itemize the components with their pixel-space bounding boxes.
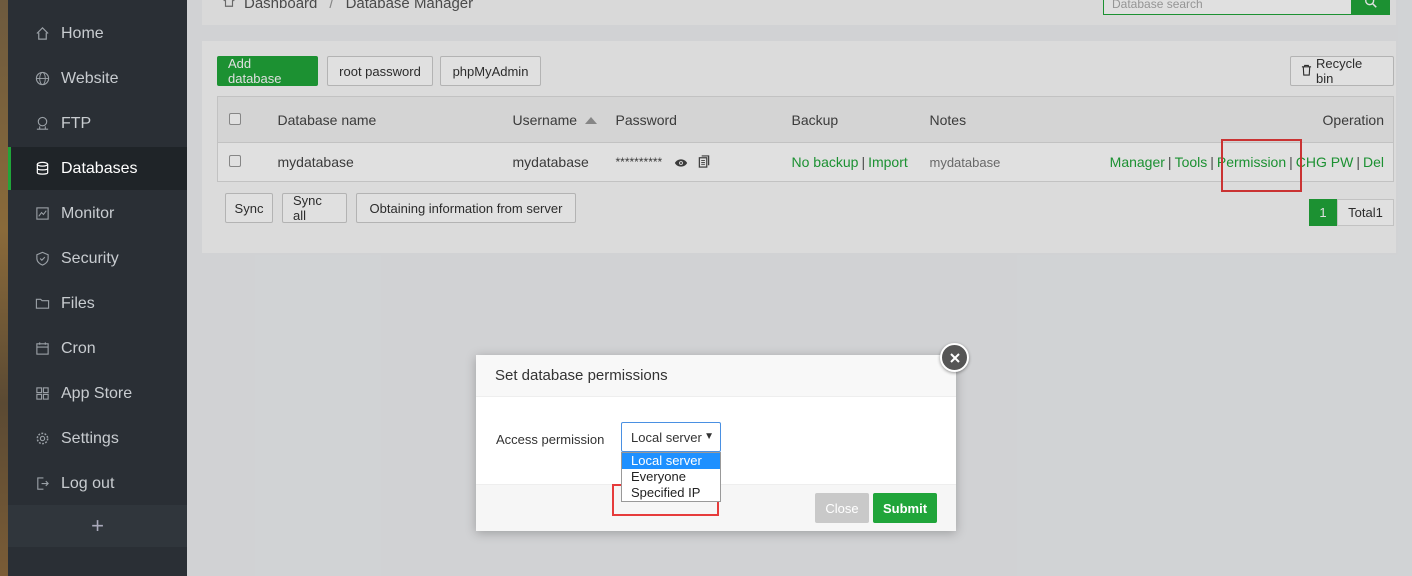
sidebar-item-settings[interactable]: Settings: [8, 417, 187, 460]
sidebar: Home Website FTP Databases Monitor Secur…: [8, 0, 187, 576]
dialog-title: Set database permissions: [476, 355, 956, 397]
sidebar-item-monitor[interactable]: Monitor: [8, 192, 187, 235]
caret-down-icon: ▼: [704, 431, 714, 442]
sidebar-item-label: Files: [61, 294, 95, 312]
sidebar-item-files[interactable]: Files: [8, 282, 187, 325]
ftp-icon: [34, 116, 50, 132]
globe-icon: [34, 71, 50, 87]
access-permission-label: Access permission: [496, 432, 605, 447]
sidebar-item-label: Log out: [61, 474, 115, 492]
sidebar-item-label: Databases: [61, 159, 138, 177]
sidebar-item-ftp[interactable]: FTP: [8, 102, 187, 145]
sidebar-item-app-store[interactable]: App Store: [8, 372, 187, 415]
sidebar-item-security[interactable]: Security: [8, 237, 187, 280]
option-local-server[interactable]: Local server: [622, 453, 720, 469]
sidebar-item-label: Monitor: [61, 204, 115, 222]
sidebar-item-logout[interactable]: Log out: [8, 462, 187, 505]
select-value: Local server: [631, 430, 702, 445]
sidebar-item-label: Cron: [61, 339, 96, 357]
sidebar-item-cron[interactable]: Cron: [8, 327, 187, 370]
sidebar-item-label: Security: [61, 249, 119, 267]
calendar-icon: [34, 341, 50, 357]
sidebar-item-label: Home: [61, 24, 104, 42]
access-permission-dropdown: Local server Everyone Specified IP: [621, 452, 721, 502]
grid-icon: [34, 386, 50, 402]
option-everyone[interactable]: Everyone: [622, 469, 720, 485]
sidebar-item-home[interactable]: Home: [8, 12, 187, 55]
option-specified-ip[interactable]: Specified IP: [622, 485, 720, 501]
folder-icon: [34, 296, 50, 312]
logout-icon: [34, 476, 50, 492]
sidebar-item-databases[interactable]: Databases: [8, 147, 187, 190]
sidebar-add-button[interactable]: +: [8, 505, 187, 547]
sidebar-item-label: Website: [61, 69, 119, 87]
close-button[interactable]: Close: [815, 493, 869, 523]
sidebar-item-label: Settings: [61, 429, 119, 447]
submit-button[interactable]: Submit: [873, 493, 937, 523]
database-icon: [34, 161, 50, 177]
desktop-background: [0, 0, 8, 576]
shield-icon: [34, 251, 50, 267]
dialog-close-icon[interactable]: [940, 343, 969, 372]
sidebar-item-website[interactable]: Website: [8, 57, 187, 100]
home-icon: [34, 26, 50, 42]
sidebar-item-label: FTP: [61, 114, 92, 132]
sidebar-item-label: App Store: [61, 384, 133, 402]
gear-icon: [34, 431, 50, 447]
monitor-icon: [34, 206, 50, 222]
access-permission-select[interactable]: Local server ▼: [621, 422, 721, 452]
